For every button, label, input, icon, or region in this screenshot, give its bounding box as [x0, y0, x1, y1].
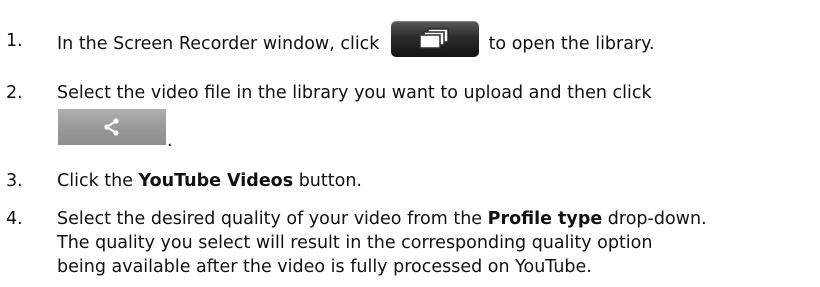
step-line-2: . — [57, 109, 817, 151]
step-text-end: to open the library. — [483, 34, 655, 54]
step-number: 2. — [6, 83, 23, 103]
step-body: Select the video file in the library you… — [57, 81, 817, 151]
step-text: In the Screen Recorder window, click — [57, 34, 385, 54]
library-icon — [419, 28, 449, 49]
youtube-videos-label: YouTube Videos — [138, 171, 294, 191]
step-body: In the Screen Recorder window, click to … — [57, 21, 817, 59]
share-icon — [104, 118, 119, 136]
profile-type-label: Profile type — [487, 209, 603, 229]
step-text-end: button. — [293, 171, 362, 191]
library-button — [391, 21, 479, 57]
step-text: Select the video file in the library you… — [57, 83, 652, 103]
step-body: Click the YouTube Videos button. — [57, 169, 817, 193]
step-line-1: Select the desired quality of your video… — [57, 207, 817, 231]
step-number: 1. — [6, 31, 23, 51]
step-text-end: drop-down. — [602, 209, 707, 229]
step-body: Select the desired quality of your video… — [57, 207, 817, 279]
share-button — [58, 109, 166, 145]
step-text: Click the — [57, 171, 139, 191]
step-line-3: being available after the video is fully… — [57, 257, 592, 277]
step-number: 4. — [6, 209, 23, 229]
step-text-end: . — [167, 131, 173, 151]
step-line-2: The quality you select will result in th… — [57, 233, 653, 253]
step-number: 3. — [6, 171, 23, 191]
step-text: Select the desired quality of your video… — [57, 209, 488, 229]
